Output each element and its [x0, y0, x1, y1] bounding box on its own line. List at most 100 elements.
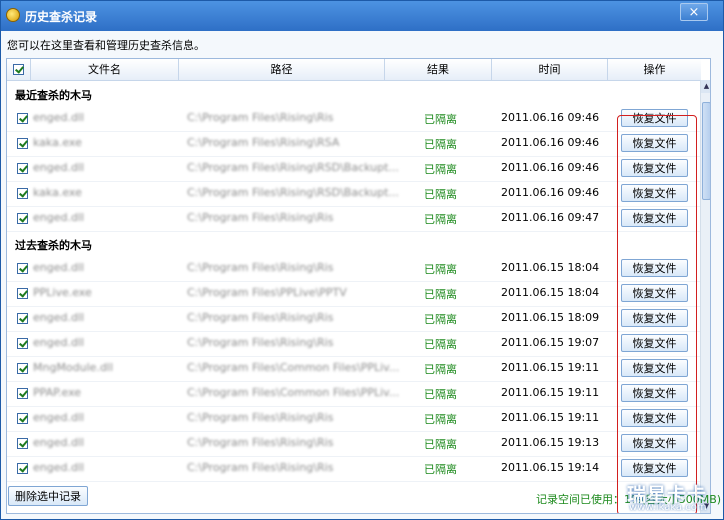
column-action: 操作 — [643, 63, 666, 76]
table-row[interactable]: enged.dll C:\Program Files\Rising\Ris 已隔离 2… — [7, 331, 701, 357]
table-row[interactable]: MngModule.dll C:\Program Files\Common Fil… — [7, 356, 701, 382]
result-status: 已隔离 — [424, 388, 457, 401]
result-status: 已隔离 — [424, 213, 457, 226]
row-checkbox[interactable] — [17, 188, 28, 199]
row-checkbox[interactable] — [17, 113, 28, 124]
delete-selected-button[interactable]: 删除选中记录 — [8, 486, 88, 506]
file-path: C:\Program Files\Rising\Ris — [187, 461, 334, 474]
row-checkbox[interactable] — [17, 463, 28, 474]
table-row[interactable]: enged.dll C:\Program Files\Rising\RSD\Bac… — [7, 156, 701, 182]
restore-file-button[interactable]: 恢复文件 — [621, 134, 688, 152]
row-checkbox[interactable] — [17, 438, 28, 449]
file-path: C:\Program Files\Rising\Ris — [187, 436, 334, 449]
restore-file-button[interactable]: 恢复文件 — [621, 184, 688, 202]
restore-file-button[interactable]: 恢复文件 — [621, 434, 688, 452]
file-name: kaka.exe — [33, 136, 82, 149]
row-checkbox[interactable] — [17, 263, 28, 274]
table-row[interactable]: kaka.exe C:\Program Files\Rising\RSA 已隔离 20… — [7, 131, 701, 157]
result-status: 已隔离 — [424, 463, 457, 476]
result-status: 已隔离 — [424, 288, 457, 301]
file-path: C:\Program Files\Rising\RSA — [187, 136, 340, 149]
result-status: 已隔离 — [424, 263, 457, 276]
table-row[interactable]: kaka.exe C:\Program Files\Rising\RSD\Back… — [7, 181, 701, 207]
file-path: C:\Program Files\Rising\Ris — [187, 311, 334, 324]
storage-usage-status: 记录空间已使用：1%(容大小500MB) — [536, 493, 722, 506]
table-header: 文件名 路径 结果 时间 操作 — [7, 59, 701, 81]
column-time[interactable]: 时间 — [492, 59, 608, 80]
restore-file-button[interactable]: 恢复文件 — [621, 109, 688, 127]
table-row[interactable]: enged.dll C:\Program Files\Rising\Ris 已隔离 2… — [7, 206, 701, 232]
group-label: 最近查杀的木马 — [15, 89, 92, 102]
table-row[interactable]: PPAP.exe C:\Program Files\Common Files\PP… — [7, 381, 701, 407]
result-status: 已隔离 — [424, 413, 457, 426]
restore-file-button[interactable]: 恢复文件 — [621, 334, 688, 352]
record-time: 2011.06.15 19:11 — [501, 361, 600, 374]
result-status: 已隔离 — [424, 113, 457, 126]
restore-file-button[interactable]: 恢复文件 — [621, 259, 688, 277]
file-name: enged.dll — [33, 211, 85, 224]
row-checkbox[interactable] — [17, 388, 28, 399]
record-time: 2011.06.15 19:14 — [501, 461, 600, 474]
row-checkbox[interactable] — [17, 163, 28, 174]
row-checkbox[interactable] — [17, 313, 28, 324]
record-time: 2011.06.16 09:46 — [501, 161, 600, 174]
table-row[interactable]: enged.dll C:\Program Files\Rising\Ris 已隔离 2… — [7, 456, 701, 482]
restore-file-button[interactable]: 恢复文件 — [621, 209, 688, 227]
description-text: 您可以在这里查看和管理历史查杀信息。 — [7, 39, 205, 52]
table-row[interactable]: enged.dll C:\Program Files\Rising\Ris 已隔离 2… — [7, 256, 701, 282]
file-path: C:\Program Files\Rising\RSD\Backupt... — [187, 161, 399, 174]
record-time: 2011.06.15 19:11 — [501, 386, 600, 399]
table-row[interactable]: enged.dll C:\Program Files\Rising\Ris 已隔离 2… — [7, 106, 701, 132]
row-checkbox[interactable] — [17, 338, 28, 349]
result-status: 已隔离 — [424, 363, 457, 376]
record-time: 2011.06.16 09:46 — [501, 111, 600, 124]
restore-file-button[interactable]: 恢复文件 — [621, 284, 688, 302]
result-status: 已隔离 — [424, 138, 457, 151]
file-name: PPAP.exe — [33, 386, 82, 399]
select-all-checkbox[interactable] — [13, 64, 24, 75]
row-checkbox[interactable] — [17, 413, 28, 424]
file-name: enged.dll — [33, 161, 85, 174]
record-time: 2011.06.15 18:04 — [501, 286, 600, 299]
restore-file-button[interactable]: 恢复文件 — [621, 384, 688, 402]
column-path[interactable]: 路径 — [179, 59, 385, 80]
scroll-up-arrow-icon[interactable]: ▲ — [701, 80, 710, 93]
file-name: enged.dll — [33, 261, 85, 274]
file-path: C:\Program Files\Rising\Ris — [187, 411, 334, 424]
restore-file-button[interactable]: 恢复文件 — [621, 159, 688, 177]
record-time: 2011.06.15 19:07 — [501, 336, 600, 349]
table-row[interactable]: enged.dll C:\Program Files\Rising\Ris 已隔离 2… — [7, 406, 701, 432]
file-name: enged.dll — [33, 311, 85, 324]
row-checkbox[interactable] — [17, 138, 28, 149]
file-name: PPLive.exe — [33, 286, 92, 299]
table-row[interactable]: PPLive.exe C:\Program Files\PPLive\PPTV 已隔… — [7, 281, 701, 307]
row-checkbox[interactable] — [17, 363, 28, 374]
table-row[interactable]: enged.dll C:\Program Files\Rising\Ris 已隔离 2… — [7, 306, 701, 332]
file-path: C:\Program Files\Rising\Ris — [187, 261, 334, 274]
restore-file-button[interactable]: 恢复文件 — [621, 409, 688, 427]
group-label: 过去查杀的木马 — [15, 239, 92, 252]
row-checkbox[interactable] — [17, 213, 28, 224]
record-time: 2011.06.16 09:46 — [501, 136, 600, 149]
file-path: C:\Program Files\Rising\Ris — [187, 211, 334, 224]
column-result[interactable]: 结果 — [385, 59, 492, 80]
file-path: C:\Program Files\Common Files\PPLiv... — [187, 386, 400, 399]
file-name: enged.dll — [33, 111, 85, 124]
record-time: 2011.06.16 09:47 — [501, 211, 600, 224]
result-status: 已隔离 — [424, 188, 457, 201]
file-name: enged.dll — [33, 411, 85, 424]
record-time: 2011.06.15 19:11 — [501, 411, 600, 424]
restore-file-button[interactable]: 恢复文件 — [621, 459, 688, 477]
vertical-scrollbar[interactable]: ▲ ▼ — [700, 80, 710, 513]
scrollbar-thumb[interactable] — [702, 102, 710, 200]
app-logo-icon — [6, 8, 20, 22]
table-row[interactable]: enged.dll C:\Program Files\Rising\Ris 已隔离 2… — [7, 431, 701, 457]
row-checkbox[interactable] — [17, 288, 28, 299]
close-button[interactable]: × — [680, 3, 708, 21]
restore-file-button[interactable]: 恢复文件 — [621, 309, 688, 327]
file-path: C:\Program Files\Rising\RSD\Backupt... — [187, 186, 399, 199]
column-filename[interactable]: 文件名 — [31, 59, 179, 80]
restore-file-button[interactable]: 恢复文件 — [621, 359, 688, 377]
file-path: C:\Program Files\Rising\Ris — [187, 336, 334, 349]
file-path: C:\Program Files\Rising\Ris — [187, 111, 334, 124]
